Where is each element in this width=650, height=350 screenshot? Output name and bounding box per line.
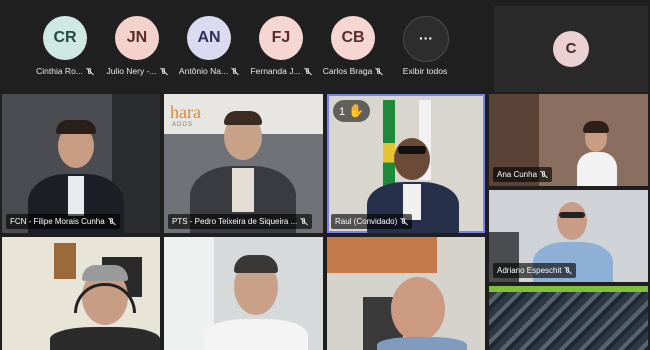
- glasses: [398, 146, 426, 154]
- participant-name-tag: Adriano Espeschit: [493, 263, 577, 278]
- terrain-background: [489, 292, 648, 350]
- participants-strip: CR Cinthia Ro... JN Julio Nery -... AN A…: [0, 0, 490, 92]
- shirt: [232, 168, 254, 212]
- top: [577, 152, 617, 186]
- raised-hand-icon: ✋: [348, 103, 365, 118]
- person: [557, 202, 587, 240]
- avatar: AN: [187, 16, 231, 60]
- hair: [82, 265, 128, 281]
- participant-name-tag: Raul (Convidado): [331, 214, 413, 229]
- shirt: [377, 337, 467, 350]
- participant-name: Antônio Na...: [178, 66, 229, 76]
- video-tile-adriano[interactable]: Adriano Espeschit: [489, 190, 648, 282]
- shirt: [50, 327, 160, 350]
- avatar: FJ: [259, 16, 303, 60]
- participant-fernanda[interactable]: FJ Fernanda J...: [246, 0, 316, 92]
- participant-name-tag: FCN - Filipe Morais Cunha: [6, 214, 120, 229]
- participant-julio[interactable]: JN Julio Nery -...: [102, 0, 172, 92]
- hair: [234, 255, 278, 273]
- hair: [224, 111, 262, 125]
- hair: [56, 120, 96, 134]
- video-tile-raul[interactable]: 1 ✋ Raul (Convidado): [327, 94, 485, 233]
- brand-logo: hara: [170, 102, 201, 122]
- mic-muted-icon: [300, 217, 308, 226]
- avatar: C: [553, 31, 589, 67]
- shelf: [54, 243, 76, 279]
- participant-carlos[interactable]: CB Carlos Braga: [318, 0, 388, 92]
- video-tile-participant-9[interactable]: [327, 237, 485, 350]
- participant-cinthia[interactable]: CR Cinthia Ro...: [30, 0, 100, 92]
- participant-name: Cinthia Ro...: [36, 66, 83, 76]
- shirt: [68, 176, 84, 216]
- mic-muted-icon: [400, 217, 408, 226]
- spotlight-tile[interactable]: C: [494, 6, 648, 92]
- video-tile-participant-8[interactable]: [164, 237, 323, 350]
- show-all-button[interactable]: ··· Exibir todos: [390, 0, 460, 92]
- avatar: CB: [331, 16, 375, 60]
- participant-name-tag: Ana Cunha: [493, 167, 553, 182]
- mic-muted-icon: [86, 67, 94, 76]
- raised-hand-badge: 1 ✋: [333, 100, 371, 122]
- shirt: [204, 319, 308, 350]
- mic-muted-icon: [564, 266, 572, 275]
- more-icon: ···: [403, 16, 449, 62]
- mic-muted-icon: [108, 217, 116, 226]
- participant-name: Julio Nery -...: [106, 66, 157, 76]
- show-all-label: Exibir todos: [402, 66, 448, 76]
- video-tile-participant-10[interactable]: [489, 286, 648, 350]
- video-tile-filipe[interactable]: FCN - Filipe Morais Cunha: [2, 94, 160, 233]
- brand-logo-sub: ADOS: [172, 122, 194, 128]
- avatar: CR: [43, 16, 87, 60]
- mic-muted-icon: [304, 67, 312, 76]
- painting: [327, 237, 437, 273]
- avatar: JN: [115, 16, 159, 60]
- participant-name: Fernanda J...: [250, 66, 301, 76]
- participant-name-tag: PTS - Pedro Teixeira de Siqueira ...: [168, 214, 313, 229]
- person: [394, 138, 430, 180]
- video-tile-participant-7[interactable]: [2, 237, 160, 350]
- participant-antonio[interactable]: AN Antônio Na...: [174, 0, 244, 92]
- person: [391, 277, 445, 341]
- flag: [383, 100, 395, 196]
- participant-name: Carlos Braga: [322, 66, 373, 76]
- video-tile-ana[interactable]: Ana Cunha: [489, 94, 648, 186]
- mic-muted-icon: [160, 67, 168, 76]
- mic-muted-icon: [540, 170, 548, 179]
- glasses: [559, 212, 585, 218]
- mic-muted-icon: [375, 67, 383, 76]
- video-tile-pedro[interactable]: hara ADOS PTS - Pedro Teixeira de Siquei…: [164, 94, 323, 233]
- hair: [583, 121, 609, 133]
- mic-muted-icon: [231, 67, 239, 76]
